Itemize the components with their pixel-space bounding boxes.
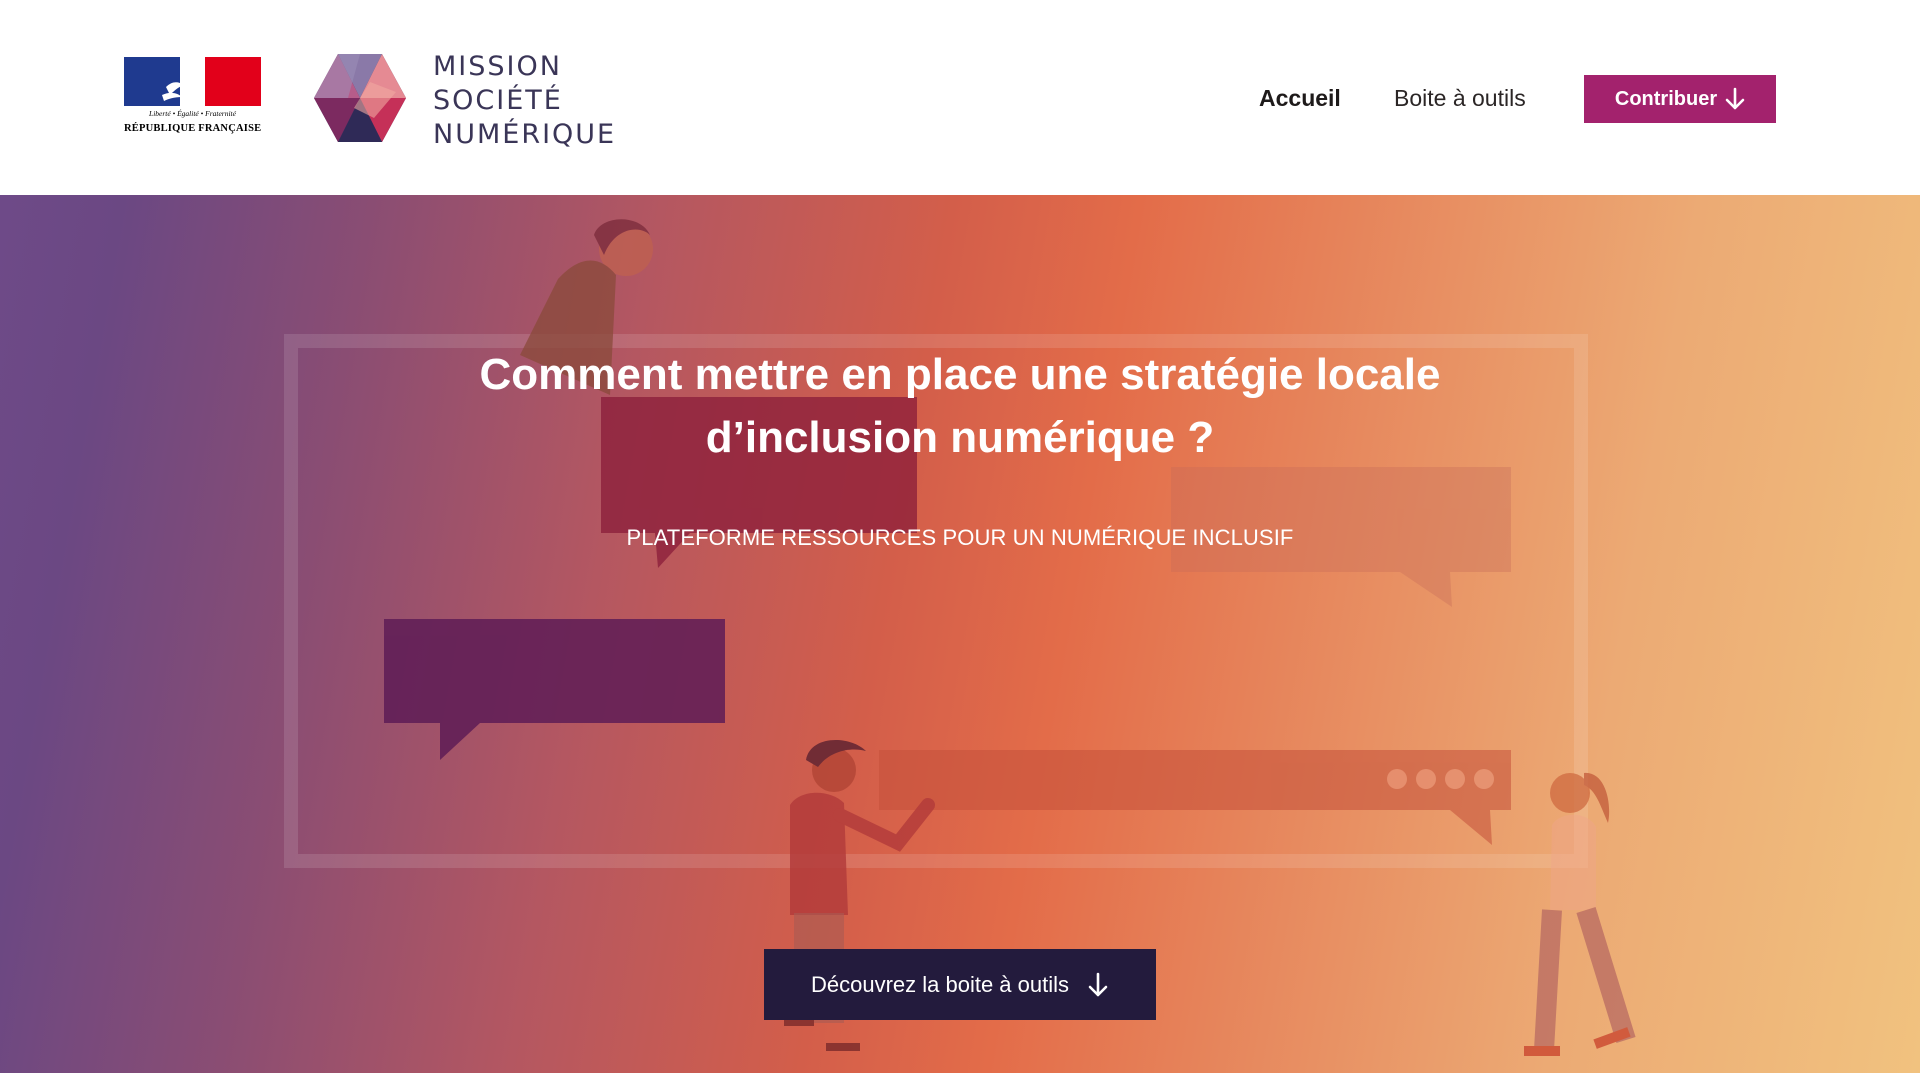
hero-title-line: Comment mettre en place une stratégie lo…	[479, 350, 1441, 399]
hero-banner: Comment mettre en place une stratégie lo…	[0, 195, 1920, 1073]
arrow-down-icon	[1725, 87, 1745, 110]
contribute-label: Contribuer	[1614, 87, 1718, 110]
nav-tools-link[interactable]: Boite à outils	[1394, 85, 1526, 112]
nav-home-link[interactable]: Accueil	[1259, 85, 1341, 112]
arrow-down-icon	[1088, 972, 1108, 996]
hero-title: Comment mettre en place une stratégie lo…	[360, 343, 1560, 469]
discover-toolbox-button[interactable]: Découvrez la boite à outils	[764, 949, 1156, 1020]
hero-illustration	[284, 219, 1636, 1056]
site-header: Liberté • Égalité • Fraternité RÉPUBLIQU…	[0, 0, 1920, 195]
hero-title-line: d’inclusion numérique ?	[705, 413, 1215, 462]
main-nav: Accueil Boite à outils Contribuer	[0, 75, 1920, 125]
contribute-button[interactable]: Contribuer	[1584, 75, 1776, 123]
cta-label: Découvrez la boite à outils	[810, 971, 1070, 997]
hero-subtitle: PLATEFORME RESSOURCES POUR UN NUMÉRIQUE …	[626, 525, 1294, 550]
